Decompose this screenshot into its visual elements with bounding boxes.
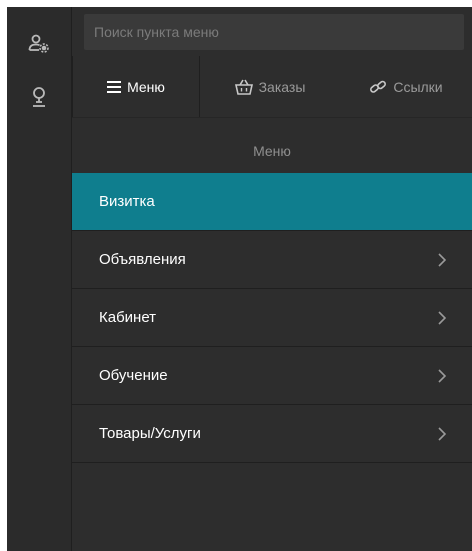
menu-item-label: Визитка [99,193,155,210]
tab-menu[interactable]: Меню [72,56,200,117]
menu-item-kabinet[interactable]: Кабинет [72,289,472,347]
chevron-right-icon [438,426,446,441]
tab-links-label: Ссылки [393,78,443,95]
app-window: Меню Заказы [7,7,472,551]
search-input[interactable] [84,14,464,50]
chevron-right-icon [438,252,446,267]
tab-menu-label: Меню [127,78,165,95]
menu-item-obyavleniya[interactable]: Объявления [72,231,472,289]
menu-item-label: Товары/Услуги [99,425,201,442]
tab-bar: Меню Заказы Ссылки [72,56,472,118]
menu-item-tovary-uslugi[interactable]: Товары/Услуги [72,405,472,463]
chevron-right-icon [438,310,446,325]
menu-panel: Меню Заказы [72,7,472,551]
hamburger-icon [107,80,122,93]
menu-list: Визитка Объявления Кабинет Обучение Това… [72,173,472,463]
menu-item-label: Кабинет [99,309,157,326]
chevron-right-icon [438,368,446,383]
search-box [84,14,464,50]
menu-item-vizitka[interactable]: Визитка [72,173,472,231]
tab-links[interactable]: Ссылки [340,56,472,117]
tab-orders-label: Заказы [258,78,306,95]
map-pin-icon[interactable] [25,83,53,111]
user-settings-icon[interactable] [25,30,53,58]
link-icon [369,79,387,95]
basket-icon [234,79,253,95]
icon-rail [7,7,72,551]
menu-item-label: Обучение [99,367,168,384]
tab-orders[interactable]: Заказы [200,56,340,117]
menu-item-obuchenie[interactable]: Обучение [72,347,472,405]
menu-item-label: Объявления [99,251,186,268]
section-title: Меню [253,143,291,159]
